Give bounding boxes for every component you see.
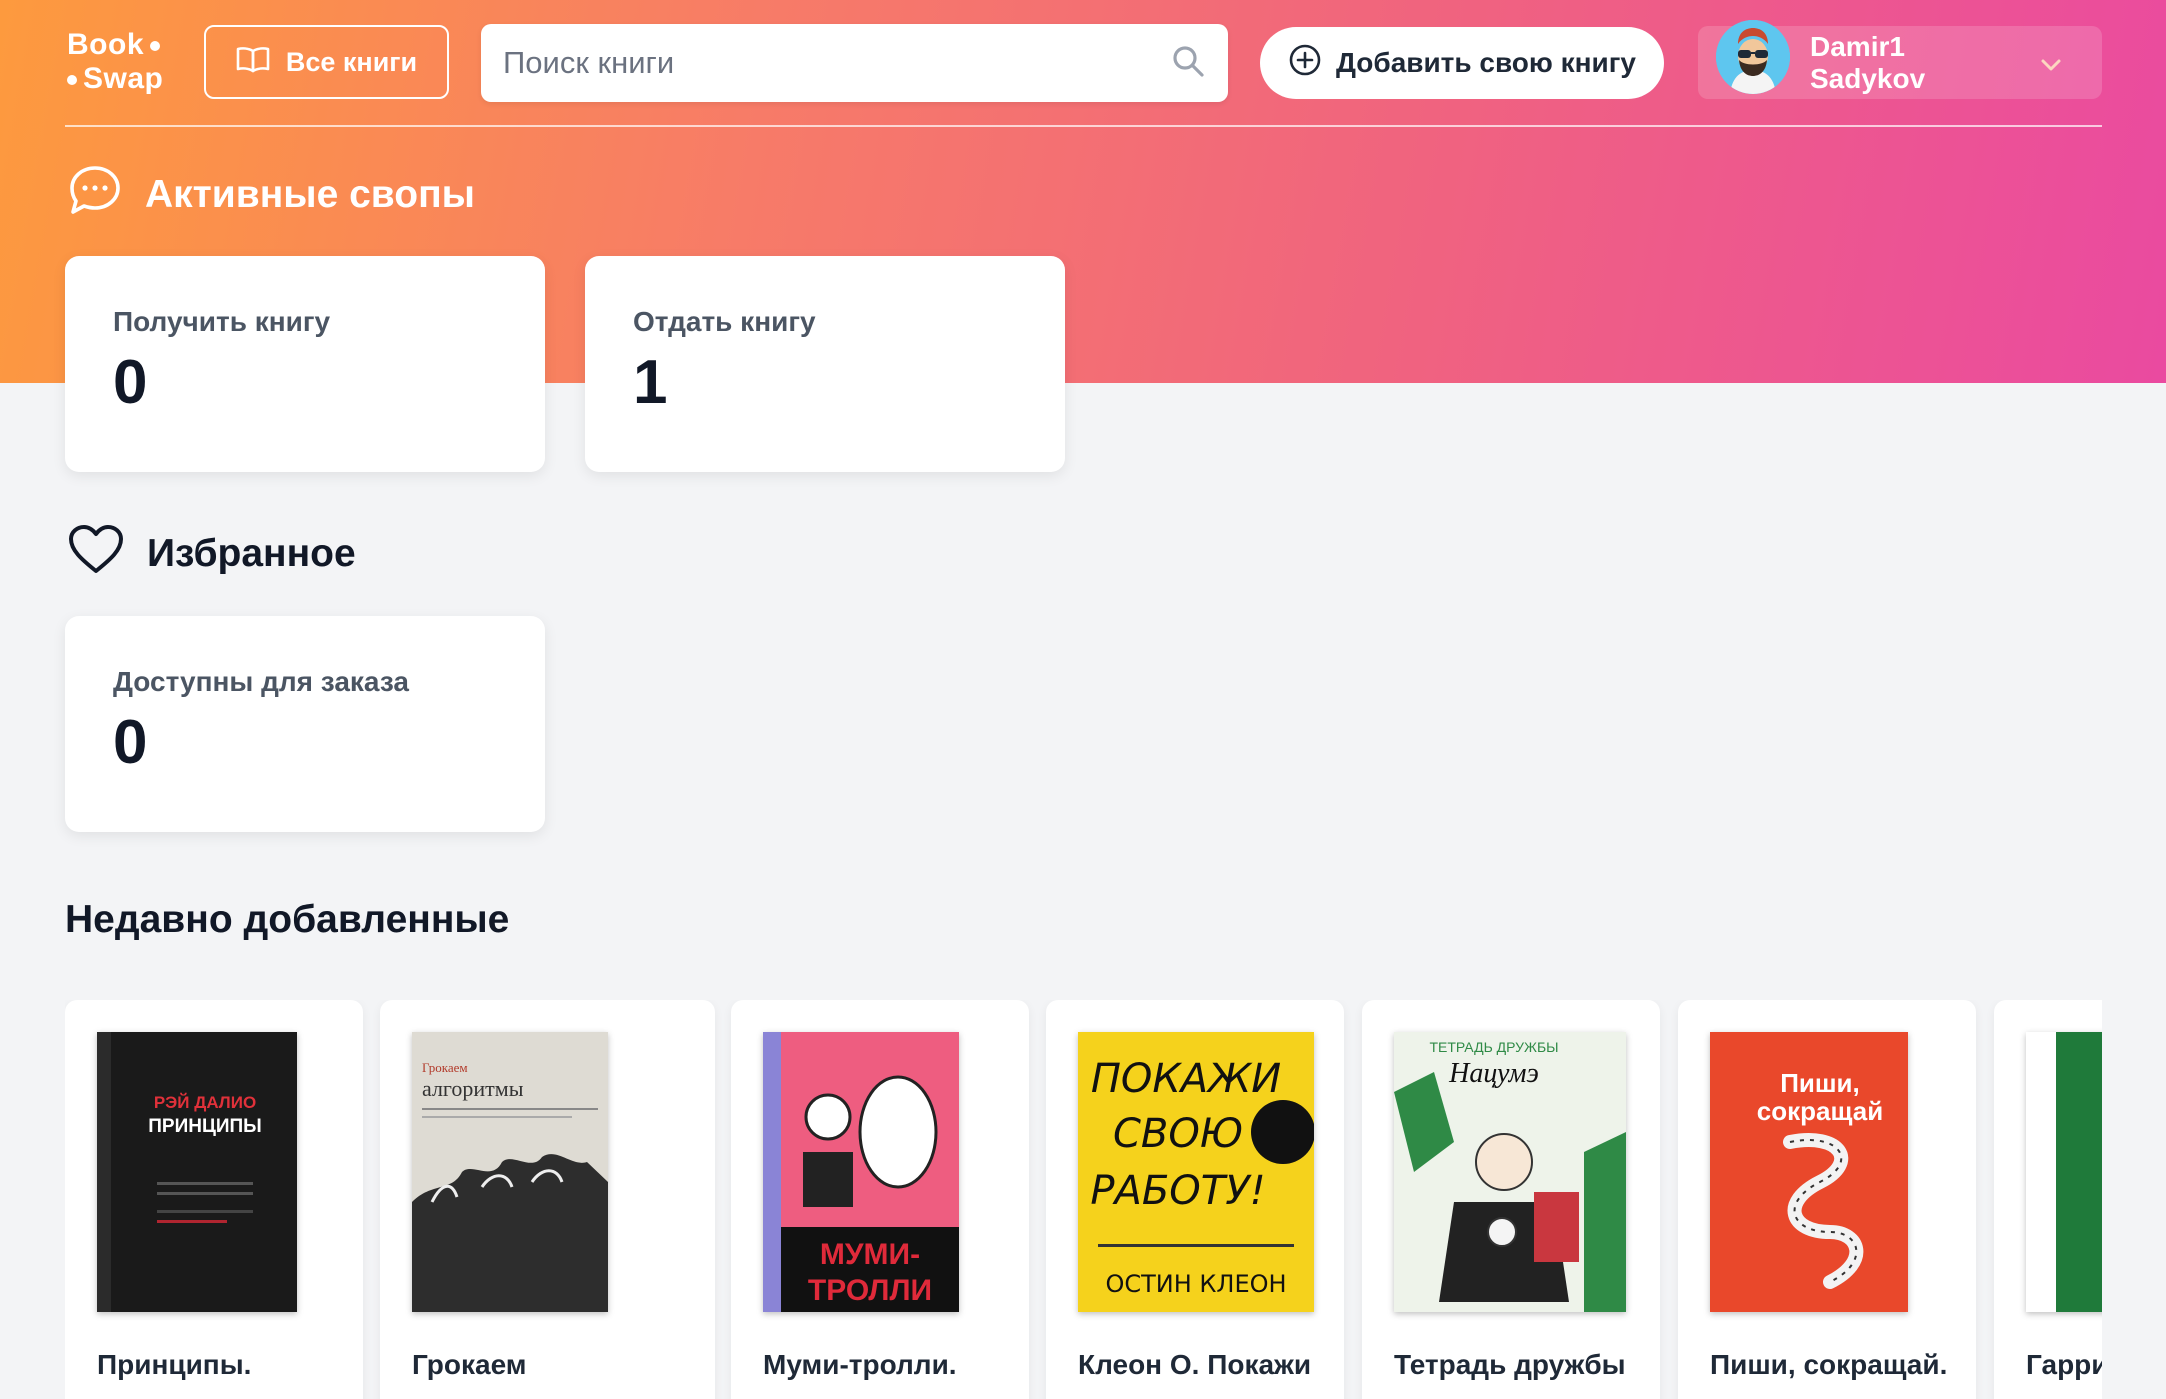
search-bar[interactable] <box>481 24 1228 102</box>
book-card[interactable]: Пиши, сокращай Пиши, сокращай. <box>1678 1000 1976 1399</box>
all-books-button[interactable]: Все книги <box>204 25 449 99</box>
book-card[interactable]: ТЕТРАДЬ ДРУЖБЫ Нацумэ Тетрадь дружбы <box>1362 1000 1660 1399</box>
svg-text:ПОКАЖИ: ПОКАЖИ <box>1091 1056 1281 1102</box>
svg-text:МУМИ-: МУМИ- <box>820 1238 920 1271</box>
add-book-button[interactable]: Добавить свою книгу <box>1260 27 1664 99</box>
available-to-order-count: 0 <box>113 708 148 777</box>
book-cover: ТЕТРАДЬ ДРУЖБЫ Нацумэ <box>1394 1032 1626 1312</box>
svg-text:РЭЙ ДАЛИО: РЭЙ ДАЛИО <box>154 1093 256 1112</box>
active-swaps-heading: Активные свопы <box>67 164 475 226</box>
give-book-card[interactable]: Отдать книгу 1 <box>585 256 1065 472</box>
receive-book-count: 0 <box>113 348 148 417</box>
give-book-label: Отдать книгу <box>633 306 816 337</box>
header-divider <box>65 125 2102 127</box>
svg-text:Пиши,: Пиши, <box>1780 1068 1860 1098</box>
svg-text:ТРОЛЛИ: ТРОЛЛИ <box>808 1274 932 1307</box>
svg-text:ПРИНЦИПЫ: ПРИНЦИПЫ <box>148 1116 262 1137</box>
give-book-count: 1 <box>633 348 668 417</box>
heart-icon <box>67 523 125 585</box>
svg-text:сокращай: сокращай <box>1757 1096 1883 1126</box>
search-icon[interactable] <box>1170 43 1206 84</box>
chevron-down-icon <box>2040 47 2062 79</box>
svg-text:РАБОТУ!: РАБОТУ! <box>1090 1168 1265 1214</box>
book-title: Пиши, сокращай. <box>1710 1349 1948 1380</box>
active-swaps-title: Активные свопы <box>145 173 475 216</box>
book-title: Муми-тролли. <box>763 1349 957 1380</box>
add-book-label: Добавить свою книгу <box>1336 47 1636 78</box>
page: Book Swap Все книги Добавит <box>0 0 2166 1399</box>
open-book-icon <box>236 45 270 80</box>
book-card[interactable]: МУМИ- ТРОЛЛИ Муми-тролли. <box>731 1000 1029 1399</box>
logo-dot <box>67 75 77 86</box>
books-carousel: РЭЙ ДАЛИО ПРИНЦИПЫ Принципы. Грокаем алг… <box>65 1000 2102 1399</box>
receive-book-label: Получить книгу <box>113 306 331 337</box>
user-menu[interactable]: Damir1 Sadykov <box>1698 19 2102 99</box>
svg-text:алгоритмы: алгоритмы <box>422 1076 524 1101</box>
book-cover: ПОКАЖИ СВОЮ РАБОТУ! ОСТИН КЛЕОН <box>1078 1032 1314 1312</box>
book-cover: РЭЙ ДАЛИО ПРИНЦИПЫ <box>97 1032 297 1312</box>
user-name: Damir1 Sadykov <box>1810 30 1926 94</box>
favorites-heading: Избранное <box>67 523 356 585</box>
available-to-order-card[interactable]: Доступны для заказа 0 <box>65 616 545 832</box>
book-title: Тетрадь дружбы <box>1394 1349 1626 1380</box>
book-cover: Пиши, сокращай <box>1710 1032 1908 1312</box>
receive-book-card[interactable]: Получить книгу 0 <box>65 256 545 472</box>
logo-dot <box>150 41 160 52</box>
favorites-title: Избранное <box>147 532 356 575</box>
book-card[interactable]: ПОКАЖИ СВОЮ РАБОТУ! ОСТИН КЛЕОН Клеон О.… <box>1046 1000 1344 1399</box>
book-title: Гарри <box>2026 1349 2102 1380</box>
recently-added-title: Недавно добавленные <box>65 898 510 941</box>
logo-line-1: Book <box>67 28 144 61</box>
book-cover: Грокаем алгоритмы <box>412 1032 608 1312</box>
plus-circle-icon <box>1288 43 1322 84</box>
book-title: Грокаем <box>412 1349 527 1380</box>
book-cover <box>2026 1032 2102 1312</box>
logo-line-2: Swap <box>83 62 164 95</box>
logo[interactable]: Book Swap <box>67 28 166 96</box>
svg-text:ТЕТРАДЬ ДРУЖБЫ: ТЕТРАДЬ ДРУЖБЫ <box>1429 1039 1558 1055</box>
book-card[interactable]: РЭЙ ДАЛИО ПРИНЦИПЫ Принципы. <box>65 1000 363 1399</box>
all-books-label: Все книги <box>285 46 418 77</box>
book-title: Принципы. <box>97 1349 252 1380</box>
svg-text:СВОЮ: СВОЮ <box>1113 1111 1243 1157</box>
book-card[interactable]: Гарри <box>1994 1000 2102 1399</box>
book-cover: МУМИ- ТРОЛЛИ <box>763 1032 959 1312</box>
search-input[interactable] <box>503 45 1170 81</box>
avatar <box>1716 19 1790 94</box>
svg-text:Грокаем: Грокаем <box>422 1060 468 1075</box>
chat-bubble-icon <box>67 164 123 226</box>
available-to-order-label: Доступны для заказа <box>113 666 409 697</box>
book-title: Клеон О. Покажи <box>1078 1349 1312 1380</box>
svg-text:ОСТИН КЛЕОН: ОСТИН КЛЕОН <box>1105 1270 1286 1298</box>
svg-text:Нацумэ: Нацумэ <box>1448 1058 1539 1089</box>
book-card[interactable]: Грокаем алгоритмы Грокаем <box>380 1000 715 1399</box>
